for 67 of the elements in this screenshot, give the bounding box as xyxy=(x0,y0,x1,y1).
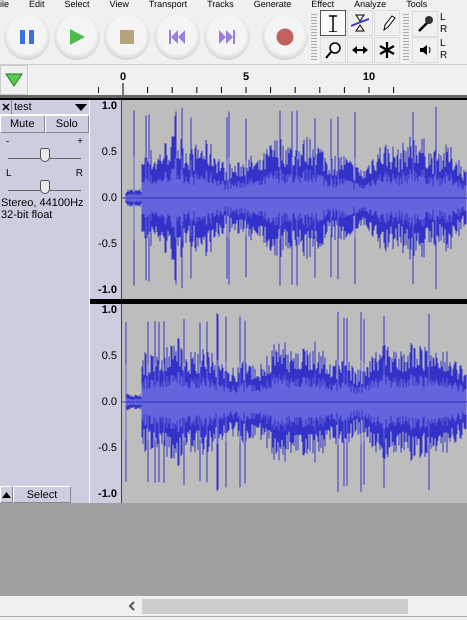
menu-item[interactable]: Transport xyxy=(148,0,188,9)
meter-button[interactable] xyxy=(412,10,438,36)
scale-label: -1.0 xyxy=(98,282,117,298)
scrollbar-thumb[interactable] xyxy=(142,598,408,614)
scale-label: -0.5 xyxy=(98,236,117,252)
envelope-icon xyxy=(351,14,369,32)
close-icon xyxy=(2,103,10,111)
caret-icon xyxy=(75,104,87,110)
triangle-down-icon xyxy=(5,73,23,87)
scale-label: 1.0 xyxy=(102,98,117,114)
skip-end-icon xyxy=(218,28,236,46)
menu-item[interactable]: Edit xyxy=(29,0,45,9)
scale-label: 1.0 xyxy=(102,302,117,318)
microphone-icon xyxy=(416,14,434,32)
asterisk-icon xyxy=(378,41,396,59)
slider-label: R xyxy=(76,169,83,179)
slider-thumb[interactable] xyxy=(40,148,50,162)
menu-item[interactable]: Tracks xyxy=(207,0,234,9)
record-icon xyxy=(276,28,294,46)
slider-thumb[interactable] xyxy=(40,180,50,194)
transport-button[interactable] xyxy=(262,14,308,60)
ruler-label: 0 xyxy=(120,70,126,85)
slider-track[interactable] xyxy=(8,179,81,191)
slider-label: - xyxy=(6,137,10,147)
meter-button[interactable] xyxy=(412,36,438,62)
chevron-left-icon xyxy=(128,601,136,611)
slider-track[interactable] xyxy=(8,147,81,159)
scale-label: -1.0 xyxy=(98,486,117,502)
stop-icon xyxy=(118,28,136,46)
transport-button[interactable] xyxy=(154,14,200,60)
menu-item[interactable]: ile xyxy=(0,0,10,9)
solo-button[interactable]: Solo xyxy=(44,115,89,133)
scale-label: 0.0 xyxy=(102,190,117,206)
meter-label: L xyxy=(440,12,447,24)
tool-button[interactable] xyxy=(320,10,346,36)
meter-label: R xyxy=(440,50,448,62)
scale-label: 0.5 xyxy=(102,144,117,160)
magnifier-icon xyxy=(324,41,342,59)
menu-item[interactable]: Generate xyxy=(254,0,292,9)
menu-item[interactable]: Tools xyxy=(406,0,428,9)
mute-button[interactable]: Mute xyxy=(0,115,44,133)
select-button[interactable]: Select xyxy=(13,486,71,503)
close-button[interactable] xyxy=(0,100,12,114)
scale-label: 0.5 xyxy=(102,348,117,364)
meter-label: L xyxy=(440,38,447,50)
scale-label: -0.5 xyxy=(98,440,117,456)
slider-label: L xyxy=(6,169,12,179)
menu-item[interactable]: Effect xyxy=(311,0,334,9)
ruler-label: 5 xyxy=(242,70,250,85)
track-info: 32-bit float xyxy=(1,209,54,221)
menu-item[interactable]: Select xyxy=(64,0,90,9)
meter-label: R xyxy=(440,24,448,36)
play-icon xyxy=(68,28,86,46)
slider-label: + xyxy=(77,137,83,147)
collapse-button[interactable] xyxy=(0,486,13,503)
triangle-up-icon xyxy=(2,492,11,498)
menu-item[interactable]: Analyze xyxy=(354,0,386,9)
timeline-button[interactable] xyxy=(0,65,28,95)
track-name-menu[interactable]: test xyxy=(12,100,89,114)
transport-button[interactable] xyxy=(204,14,250,60)
menu-item[interactable]: View xyxy=(110,0,129,9)
scale-label: 0.0 xyxy=(102,394,117,410)
pause-icon xyxy=(18,28,36,46)
transport-button[interactable] xyxy=(4,14,50,60)
skip-start-icon xyxy=(168,28,186,46)
track-info: Stereo, 44100Hz xyxy=(1,197,85,209)
ruler-label: 10 xyxy=(362,70,376,85)
